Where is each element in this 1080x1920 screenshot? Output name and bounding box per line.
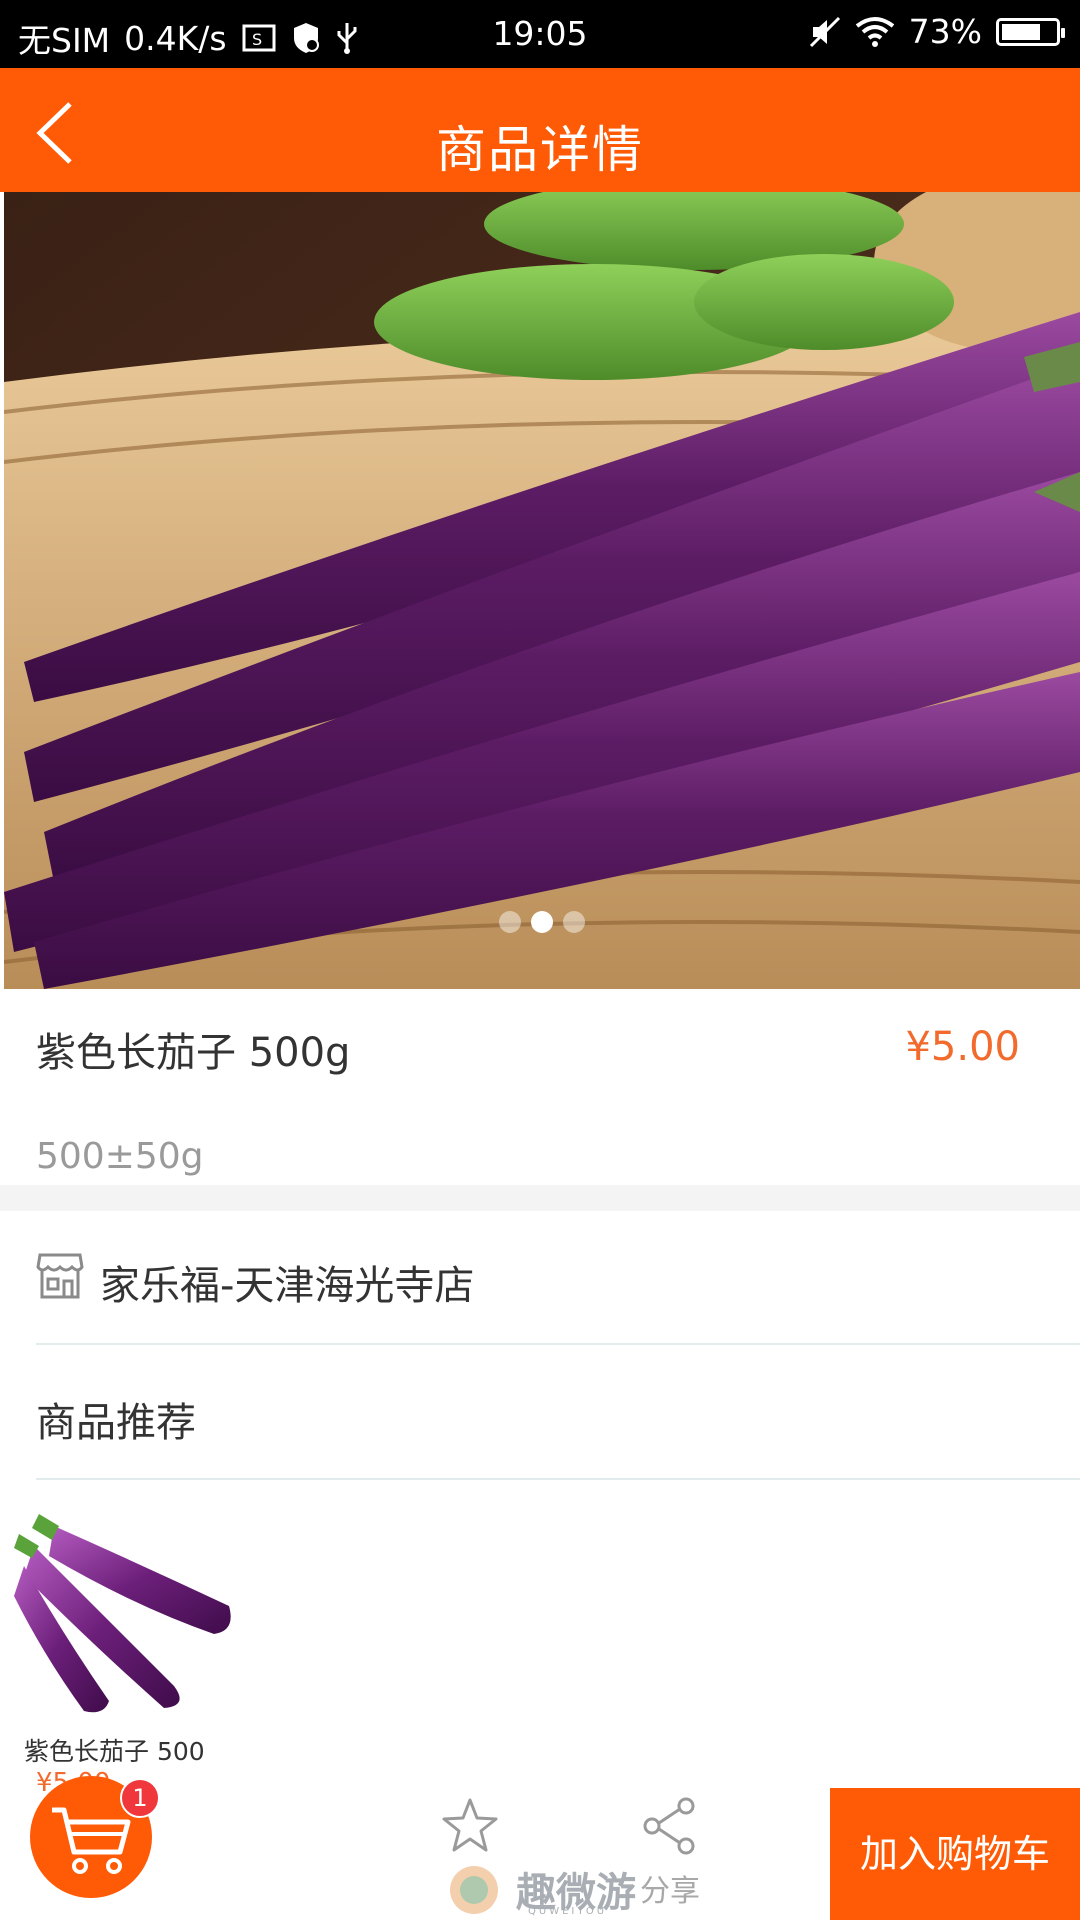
mute-icon bbox=[809, 16, 840, 47]
divider bbox=[36, 1343, 1080, 1345]
watermark-subtext: QUWEIYOU bbox=[528, 1906, 608, 1917]
add-to-cart-button[interactable]: 加入购物车 bbox=[830, 1788, 1080, 1920]
page-title: 商品详情 bbox=[436, 121, 644, 179]
store-icon bbox=[36, 1253, 84, 1299]
recommend-item[interactable]: 紫色长茄子 500 ¥5.00 bbox=[14, 1496, 244, 1798]
wifi-icon bbox=[855, 16, 894, 47]
section-separator bbox=[0, 1185, 1080, 1211]
product-image-carousel[interactable] bbox=[4, 192, 1080, 989]
watermark: 趣微游 QUWEIYOU bbox=[444, 1860, 704, 1920]
battery-icon bbox=[996, 17, 1065, 46]
carousel-dot[interactable] bbox=[531, 911, 553, 933]
status-bar: 无SIM 0.4K/s S 19:05 73% bbox=[0, 0, 1080, 68]
watermark-logo-icon bbox=[450, 1866, 498, 1914]
cart-badge: 1 bbox=[120, 1778, 160, 1818]
carousel-dot[interactable] bbox=[563, 911, 585, 933]
product-price: ¥5.00 bbox=[905, 1024, 1020, 1070]
share-icon[interactable] bbox=[640, 1796, 700, 1856]
product-weight: 500±50g bbox=[36, 1136, 204, 1177]
status-right: 73% bbox=[809, 12, 1065, 51]
battery-percent: 73% bbox=[908, 12, 982, 51]
recommend-title: 商品推荐 bbox=[36, 1400, 196, 1446]
recommend-item-image bbox=[14, 1496, 240, 1718]
battery-fill bbox=[1002, 23, 1040, 40]
store-name: 家乐福-天津海光寺店 bbox=[100, 1263, 475, 1309]
recommend-item-name: 紫色长茄子 500 bbox=[24, 1737, 205, 1766]
header-bar: 商品详情 bbox=[0, 68, 1080, 192]
product-name: 紫色长茄子 500g bbox=[36, 1030, 351, 1076]
divider bbox=[36, 1478, 1080, 1480]
carousel-indicator bbox=[4, 911, 1080, 933]
product-photo bbox=[4, 192, 1080, 989]
star-icon[interactable] bbox=[440, 1796, 500, 1856]
store-row[interactable]: 家乐福-天津海光寺店 bbox=[0, 1211, 1080, 1343]
carousel-dot[interactable] bbox=[499, 911, 521, 933]
